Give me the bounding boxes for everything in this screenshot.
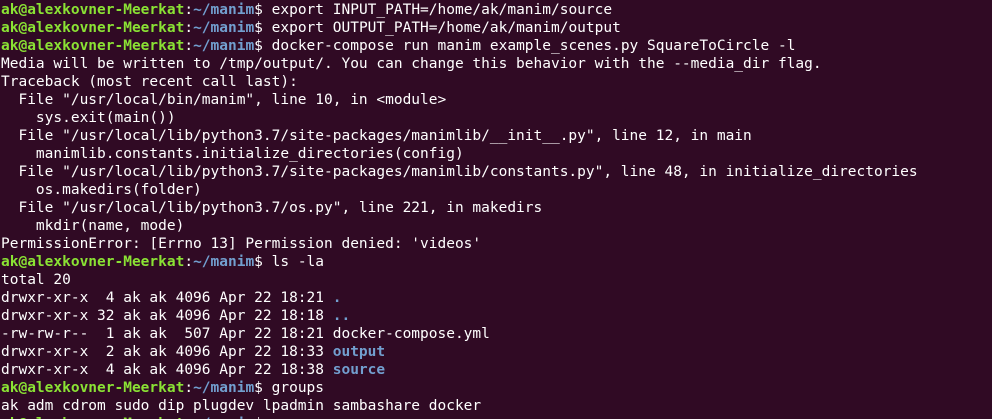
listing-meta: drwxr-xr-x 4 ak ak 4096 Apr 22 18:21 xyxy=(1,290,333,306)
directory-name: .. xyxy=(332,308,351,324)
prompt-separator: : xyxy=(184,38,194,54)
listing-row: -rw-rw-r-- 1 ak ak 507 Apr 22 18:21 dock… xyxy=(1,325,992,343)
listing-row: drwxr-xr-x 4 ak ak 4096 Apr 22 18:38 sou… xyxy=(1,361,992,379)
directory-name: . xyxy=(332,290,342,306)
prompt-separator: : xyxy=(184,20,194,36)
prompt-path: ~/manim xyxy=(193,380,255,396)
output-line: PermissionError: [Errno 13] Permission d… xyxy=(1,236,482,252)
output-line: Traceback (most recent call last): xyxy=(1,74,298,90)
command-text: export OUTPUT_PATH=/home/ak/manim/output xyxy=(271,20,621,36)
directory-name: source xyxy=(332,362,386,378)
prompt-path: ~/manim xyxy=(193,2,255,18)
listing-meta: -rw-rw-r-- 1 ak ak 507 Apr 22 18:21 xyxy=(1,326,333,342)
prompt-user-host: ak@alexkovner-Meerkat xyxy=(1,20,185,36)
prompt-separator: : xyxy=(184,380,194,396)
output-line: mkdir(name, mode) xyxy=(1,218,185,234)
listing-row: drwxr-xr-x 32 ak ak 4096 Apr 22 18:18 .. xyxy=(1,307,992,325)
output-line: File "/usr/local/lib/python3.7/site-pack… xyxy=(1,128,752,144)
prompt-symbol: $ xyxy=(254,254,272,270)
output-line: File "/usr/local/bin/manim", line 10, in… xyxy=(1,92,447,108)
prompt-line: ak@alexkovner-Meerkat:~/manim$ ls -la xyxy=(1,253,992,271)
command-text: groups xyxy=(271,380,325,396)
prompt-line: ak@alexkovner-Meerkat:~/manim$ export IN… xyxy=(1,1,992,19)
output-line: File "/usr/local/lib/python3.7/site-pack… xyxy=(1,164,918,180)
directory-name: output xyxy=(332,344,386,360)
output-line: Media will be written to /tmp/output/. Y… xyxy=(1,56,822,72)
command-text: ls -la xyxy=(271,254,325,270)
listing-meta: drwxr-xr-x 4 ak ak 4096 Apr 22 18:38 xyxy=(1,362,333,378)
command-text: export INPUT_PATH=/home/ak/manim/source xyxy=(271,2,613,18)
prompt-symbol: $ xyxy=(254,38,272,54)
prompt-separator: : xyxy=(184,254,194,270)
listing-meta: drwxr-xr-x 2 ak ak 4096 Apr 22 18:33 xyxy=(1,344,333,360)
prompt-path: ~/manim xyxy=(193,38,255,54)
output-line: File "/usr/local/lib/python3.7/os.py", l… xyxy=(1,200,543,216)
prompt-symbol: $ xyxy=(254,380,272,396)
terminal-window[interactable]: ak@alexkovner-Meerkat:~/manim$ export IN… xyxy=(0,0,992,419)
listing-meta: drwxr-xr-x 32 ak ak 4096 Apr 22 18:18 xyxy=(1,308,333,324)
file-name: docker-compose.yml xyxy=(332,326,490,342)
prompt-line: ak@alexkovner-Meerkat:~/manim$ docker-co… xyxy=(1,37,992,55)
prompt-line: ak@alexkovner-Meerkat:~/manim$ xyxy=(1,415,992,419)
prompt-symbol: $ xyxy=(254,20,272,36)
listing-row: drwxr-xr-x 4 ak ak 4096 Apr 22 18:21 . xyxy=(1,289,992,307)
prompt-separator: : xyxy=(184,2,194,18)
prompt-line: ak@alexkovner-Meerkat:~/manim$ groups xyxy=(1,379,992,397)
prompt-path: ~/manim xyxy=(193,20,255,36)
output-line: sys.exit(main()) xyxy=(1,110,176,126)
prompt-line: ak@alexkovner-Meerkat:~/manim$ export OU… xyxy=(1,19,992,37)
prompt-user-host: ak@alexkovner-Meerkat xyxy=(1,2,185,18)
output-line: total 20 xyxy=(1,272,71,288)
prompt-symbol: $ xyxy=(254,2,272,18)
prompt-user-host: ak@alexkovner-Meerkat xyxy=(1,38,185,54)
prompt-path: ~/manim xyxy=(193,254,255,270)
output-line: manimlib.constants.initialize_directorie… xyxy=(1,146,464,162)
prompt-user-host: ak@alexkovner-Meerkat xyxy=(1,254,185,270)
command-text: docker-compose run manim example_scenes.… xyxy=(271,38,796,54)
output-line: ak adm cdrom sudo dip plugdev lpadmin sa… xyxy=(1,398,482,414)
prompt-user-host: ak@alexkovner-Meerkat xyxy=(1,380,185,396)
output-line: os.makedirs(folder) xyxy=(1,182,202,198)
listing-row: drwxr-xr-x 2 ak ak 4096 Apr 22 18:33 out… xyxy=(1,343,992,361)
